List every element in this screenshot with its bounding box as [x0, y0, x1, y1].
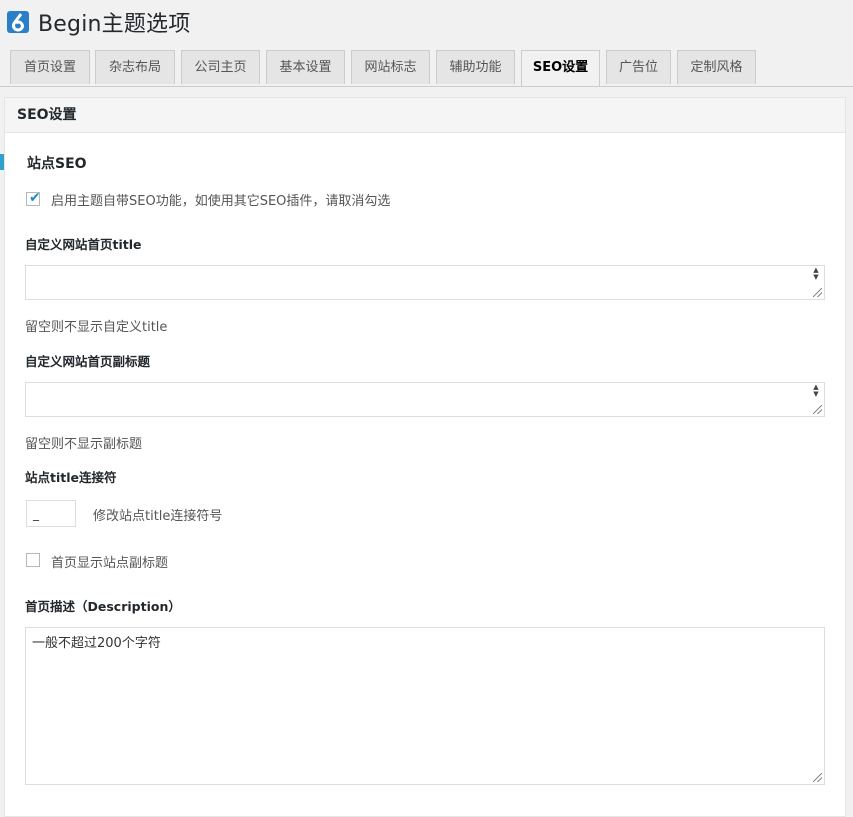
tab-seo-settings[interactable]: SEO设置: [521, 50, 600, 86]
tab-ads[interactable]: 广告位: [606, 50, 671, 84]
checkmark-icon: ✔: [29, 190, 41, 206]
tab-home-settings[interactable]: 首页设置: [10, 50, 90, 84]
section-marker: [0, 154, 4, 170]
home-subtitle-label: 自定义网站首页副标题: [25, 354, 151, 369]
home-title-label: 自定义网站首页title: [25, 237, 142, 252]
resize-grip-icon[interactable]: [813, 288, 822, 297]
show-subtitle-checkbox[interactable]: [26, 553, 40, 567]
tab-site-logo[interactable]: 网站标志: [351, 50, 430, 84]
home-title-input[interactable]: ▲ ▼: [25, 265, 825, 300]
panel-heading: SEO设置: [5, 98, 845, 133]
section-title: 站点SEO: [27, 156, 87, 172]
spinner-icon[interactable]: ▲ ▼: [808, 266, 824, 283]
tab-auxiliary[interactable]: 辅助功能: [436, 50, 515, 84]
connector-label: 站点title连接符: [25, 470, 117, 485]
home-subtitle-hint: 留空则不显示副标题: [25, 437, 143, 452]
tab-custom-style[interactable]: 定制风格: [677, 50, 756, 84]
description-label: 首页描述（Description）: [25, 599, 181, 614]
tab-company-home[interactable]: 公司主页: [181, 50, 260, 84]
tab-basic-settings[interactable]: 基本设置: [266, 50, 345, 84]
page-title: Begin主题选项: [38, 12, 191, 37]
connector-hint: 修改站点title连接符号: [93, 509, 223, 524]
tab-bar: 首页设置 杂志布局 公司主页 基本设置 网站标志 辅助功能 SEO设置 广告位 …: [0, 50, 853, 87]
enable-seo-checkbox[interactable]: ✔: [26, 190, 41, 206]
description-textarea[interactable]: 一般不超过200个字符: [25, 627, 825, 785]
begin-logo-icon: [7, 11, 29, 33]
enable-seo-label: 启用主题自带SEO功能，如使用其它SEO插件，请取消勾选: [51, 194, 391, 209]
home-subtitle-input[interactable]: ▲ ▼: [25, 382, 825, 417]
resize-grip-icon[interactable]: [813, 773, 822, 782]
page-header: Begin主题选项: [7, 6, 190, 38]
resize-grip-icon[interactable]: [813, 405, 822, 414]
tab-magazine-layout[interactable]: 杂志布局: [95, 50, 175, 84]
show-subtitle-label: 首页显示站点副标题: [51, 556, 169, 571]
spinner-icon[interactable]: ▲ ▼: [808, 383, 824, 400]
description-text: 一般不超过200个字符: [32, 636, 161, 651]
connector-input[interactable]: _: [26, 500, 76, 527]
home-title-hint: 留空则不显示自定义title: [25, 320, 168, 335]
